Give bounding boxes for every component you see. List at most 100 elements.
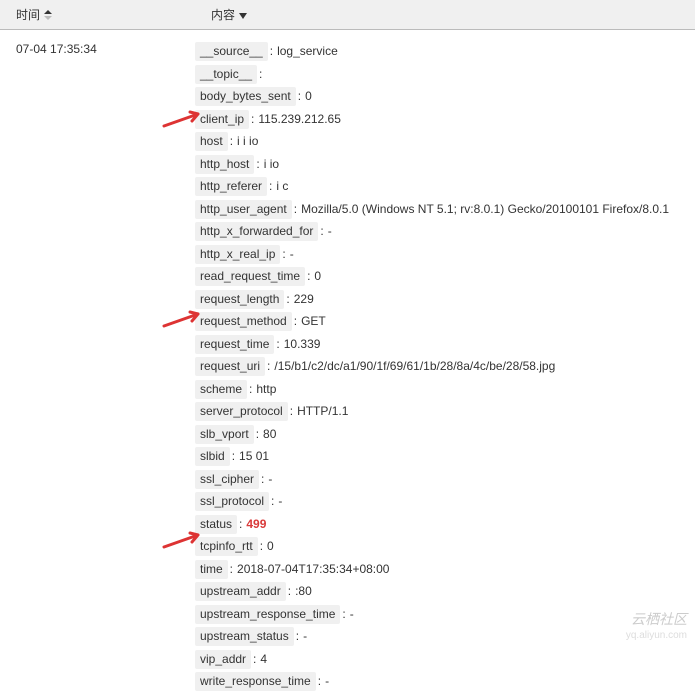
field-key: scheme <box>195 380 247 399</box>
field-value: - <box>268 471 272 488</box>
field-key: http_x_real_ip <box>195 245 280 264</box>
field-row: http_x_forwarded_for:- <box>195 222 695 241</box>
colon: : <box>296 88 305 105</box>
colon: : <box>269 493 278 510</box>
field-key: server_protocol <box>195 402 288 421</box>
field-row: time:2018-07-04T17:35:34+08:00 <box>195 560 695 579</box>
header-time-col[interactable]: 时间 <box>0 6 195 23</box>
colon: : <box>247 381 256 398</box>
header-content-col[interactable]: 内容 <box>195 6 263 23</box>
header-time-label: 时间 <box>16 6 40 23</box>
field-row: upstream_response_time:- <box>195 605 695 624</box>
field-key: http_x_forwarded_for <box>195 222 318 241</box>
colon: : <box>249 111 258 128</box>
field-key: slbid <box>195 447 230 466</box>
field-row: http_host:i io <box>195 155 695 174</box>
field-key: request_uri <box>195 357 265 376</box>
field-key: request_length <box>195 290 284 309</box>
colon: : <box>258 538 267 555</box>
field-row: request_method:GET <box>195 312 695 331</box>
colon: : <box>251 651 260 668</box>
colon: : <box>259 471 268 488</box>
field-value: HTTP/1.1 <box>297 403 348 420</box>
field-row: tcpinfo_rtt:0 <box>195 537 695 556</box>
field-key: time <box>195 560 228 579</box>
field-value: - <box>278 493 282 510</box>
field-key: ssl_cipher <box>195 470 259 489</box>
field-key: tcpinfo_rtt <box>195 537 258 556</box>
colon: : <box>257 66 266 83</box>
field-value: 4 <box>260 651 267 668</box>
colon: : <box>340 606 349 623</box>
field-value: 0 <box>267 538 274 555</box>
colon: : <box>318 223 327 240</box>
colon: : <box>284 291 293 308</box>
field-key: http_referer <box>195 177 267 196</box>
colon: : <box>274 336 283 353</box>
field-key: upstream_response_time <box>195 605 340 624</box>
field-key: http_host <box>195 155 254 174</box>
field-row: ssl_protocol:- <box>195 492 695 511</box>
colon: : <box>267 178 276 195</box>
field-key: http_user_agent <box>195 200 292 219</box>
dropdown-icon[interactable] <box>239 8 247 22</box>
field-key: status <box>195 515 237 534</box>
field-row: vip_addr: 4 <box>195 650 695 669</box>
field-key: request_time <box>195 335 274 354</box>
field-key: upstream_addr <box>195 582 286 601</box>
colon: : <box>292 201 301 218</box>
field-value: 80 <box>263 426 276 443</box>
field-value: /15/b1/c2/dc/a1/90/1f/69/61/1b/28/8a/4c/… <box>274 358 555 375</box>
colon: : <box>286 583 295 600</box>
field-row: upstream_addr: :80 <box>195 582 695 601</box>
table-header: 时间 内容 <box>0 0 695 30</box>
field-row: request_length:229 <box>195 290 695 309</box>
field-row: http_referer:i c <box>195 177 695 196</box>
field-value: 499 <box>246 516 266 533</box>
field-value: 2018-07-04T17:35:34+08:00 <box>237 561 389 578</box>
field-row: http_user_agent:Mozilla/5.0 (Windows NT … <box>195 200 695 219</box>
field-row: http_x_real_ip:- <box>195 245 695 264</box>
field-key: client_ip <box>195 110 249 129</box>
colon: : <box>254 426 263 443</box>
field-value: Mozilla/5.0 (Windows NT 5.1; rv:8.0.1) G… <box>301 201 669 218</box>
field-value: 15 01 <box>239 448 269 465</box>
field-row: slb_vport:80 <box>195 425 695 444</box>
colon: : <box>254 156 263 173</box>
field-key: body_bytes_sent <box>195 87 296 106</box>
field-row: ssl_cipher:- <box>195 470 695 489</box>
colon: : <box>316 673 325 690</box>
sort-icon[interactable] <box>44 10 52 20</box>
field-key: slb_vport <box>195 425 254 444</box>
field-row: scheme:http <box>195 380 695 399</box>
field-row: slbid:15 01 <box>195 447 695 466</box>
field-row: request_uri:/15/b1/c2/dc/a1/90/1f/69/61/… <box>195 357 695 376</box>
field-value: :80 <box>295 583 312 600</box>
field-value: - <box>325 673 329 690</box>
field-row: read_request_time:0 <box>195 267 695 286</box>
colon: : <box>230 448 239 465</box>
field-key: write_response_time <box>195 672 316 691</box>
colon: : <box>280 246 289 263</box>
field-value: GET <box>301 313 326 330</box>
colon: : <box>265 358 274 375</box>
field-key: upstream_status <box>195 627 294 646</box>
field-value: - <box>350 606 354 623</box>
header-content-label: 内容 <box>211 6 235 23</box>
field-row: __source__:log_service <box>195 42 695 61</box>
field-value: 0 <box>314 268 321 285</box>
field-key: request_method <box>195 312 292 331</box>
field-value: 10.339 <box>284 336 321 353</box>
field-value: i c <box>276 178 288 195</box>
field-row: server_protocol:HTTP/1.1 <box>195 402 695 421</box>
colon: : <box>288 403 297 420</box>
field-row: write_response_time:- <box>195 672 695 691</box>
field-value: - <box>328 223 332 240</box>
field-row: host:i i io <box>195 132 695 151</box>
field-value: log_service <box>277 43 338 60</box>
field-key: host <box>195 132 228 151</box>
field-value: 229 <box>294 291 314 308</box>
field-row: __topic__: <box>195 65 695 84</box>
field-row: client_ip:115.239.212.65 <box>195 110 695 129</box>
colon: : <box>294 628 303 645</box>
